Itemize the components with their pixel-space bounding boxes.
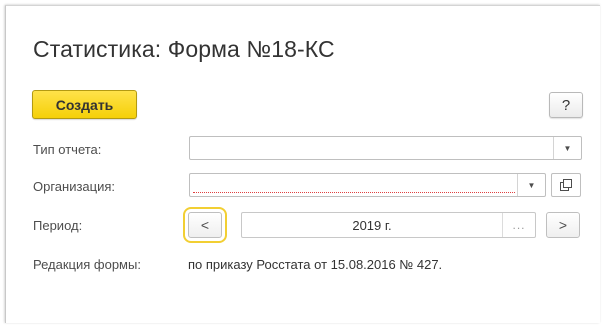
edition-value: по приказу Росстата от 15.08.2016 № 427. — [188, 257, 443, 272]
period-field[interactable]: 2019 г. ... — [241, 212, 536, 238]
organization-dropdown-button[interactable]: ▼ — [517, 174, 545, 196]
report-type-dropdown-button[interactable]: ▼ — [553, 137, 581, 159]
form-window: Статистика: Форма №18-КС Создать ? Тип о… — [5, 5, 600, 323]
edition-label: Редакция формы: — [33, 257, 141, 272]
report-type-label: Тип отчета: — [33, 142, 102, 157]
period-value: 2019 г. — [352, 217, 392, 233]
period-next-button[interactable]: > — [546, 212, 580, 238]
organization-field[interactable]: ▼ — [189, 173, 546, 197]
chevron-left-icon: < — [200, 217, 210, 233]
create-button[interactable]: Создать — [32, 90, 137, 119]
chevron-right-icon: > — [558, 217, 568, 233]
period-label: Период: — [33, 218, 83, 233]
page-title: Статистика: Форма №18-КС — [33, 36, 335, 62]
report-type-field[interactable]: ▼ — [189, 136, 582, 160]
chevron-down-icon: ▼ — [563, 143, 572, 153]
help-button[interactable]: ? — [549, 92, 583, 118]
chevron-down-icon: ▼ — [527, 180, 536, 190]
period-prev-button[interactable]: < — [183, 207, 227, 243]
period-choose-button[interactable]: ... — [502, 213, 535, 237]
open-form-icon — [560, 179, 572, 191]
organization-open-button[interactable] — [551, 173, 581, 197]
organization-label: Организация: — [33, 179, 116, 194]
